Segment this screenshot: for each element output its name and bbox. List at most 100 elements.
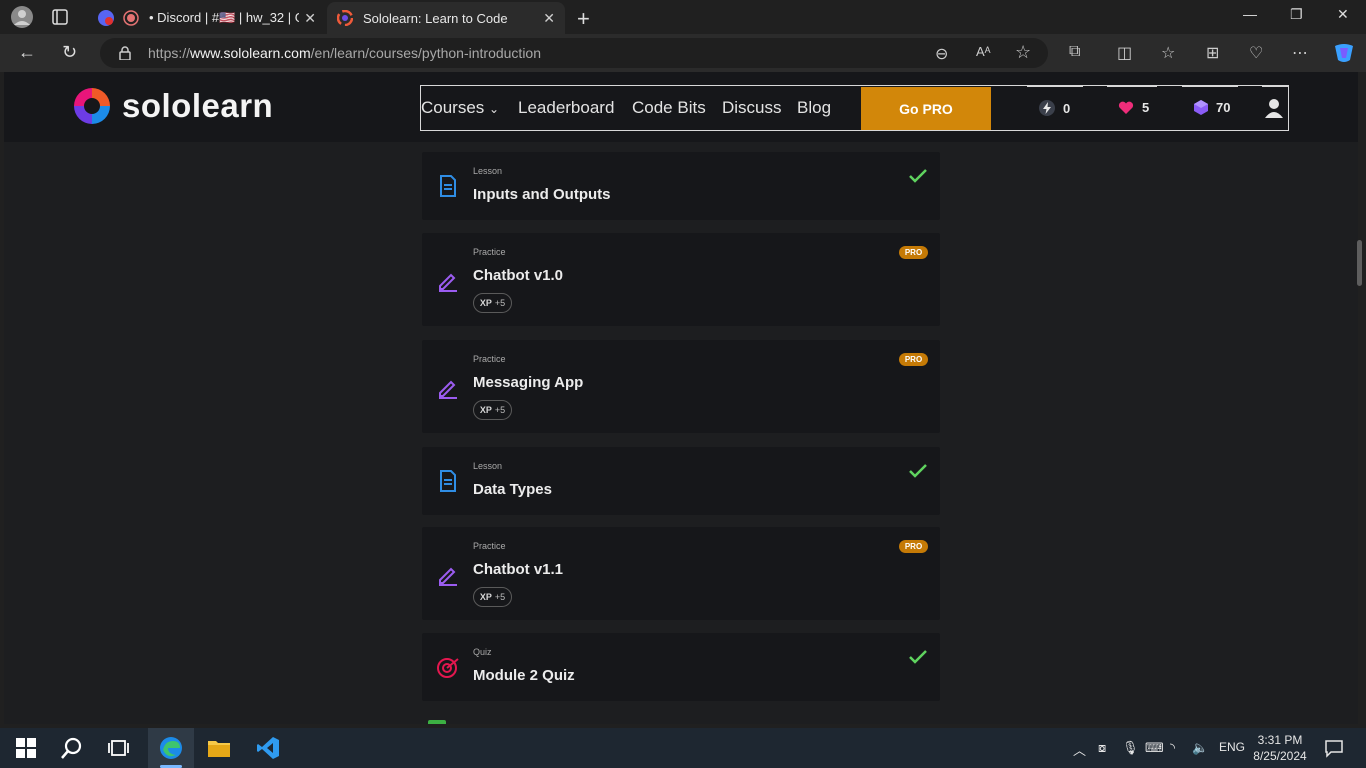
copilot-icon[interactable] bbox=[1332, 42, 1356, 64]
browser-tab-bar: • Discord | #🇺🇸 | hw_32 | Go ✕ Sololearn… bbox=[0, 0, 1366, 34]
gem-icon bbox=[1194, 100, 1208, 115]
lesson-card[interactable]: Lesson Inputs and Outputs bbox=[422, 152, 940, 220]
sololearn-logo[interactable]: sololearn bbox=[72, 86, 273, 126]
favorites-icon[interactable]: ☆ bbox=[1161, 43, 1175, 63]
checkmark-icon bbox=[909, 169, 927, 183]
edge-browser-icon[interactable] bbox=[159, 736, 183, 760]
practice-pencil-icon bbox=[439, 567, 457, 586]
pro-badge: PRO bbox=[899, 353, 928, 366]
windows-taskbar: ︿ ⧇ 🎙 ⌨ ◝ 🔈 ENG 3:31 PM 8/25/2024 bbox=[0, 728, 1366, 768]
tab-title: Sololearn: Learn to Code bbox=[363, 10, 508, 26]
heart-icon bbox=[1118, 101, 1134, 114]
chevron-down-icon: ⌄ bbox=[489, 102, 500, 116]
user-avatar-icon[interactable] bbox=[1264, 98, 1284, 118]
xp-badge: XP +5 bbox=[473, 400, 512, 420]
tab-actions-icon[interactable] bbox=[52, 9, 68, 25]
nav-courses[interactable]: Courses ⌄ bbox=[421, 98, 499, 118]
scrollbar-thumb[interactable] bbox=[1357, 240, 1362, 286]
quiz-target-icon bbox=[437, 658, 459, 678]
meet-now-icon[interactable]: ⧇ bbox=[1098, 740, 1106, 756]
windows-start-icon[interactable] bbox=[14, 736, 38, 760]
lesson-icon bbox=[440, 470, 456, 492]
close-tab-icon[interactable]: ✕ bbox=[304, 10, 316, 27]
practice-card[interactable]: Practice Chatbot v1.1 PRO XP +5 bbox=[422, 527, 940, 620]
favorite-star-icon[interactable]: ☆ bbox=[1015, 42, 1031, 63]
nav-leaderboard[interactable]: Leaderboard bbox=[518, 98, 614, 118]
item-title: Chatbot v1.0 bbox=[473, 267, 564, 284]
nav-discuss[interactable]: Discuss bbox=[722, 98, 782, 118]
sololearn-favicon-icon bbox=[337, 10, 353, 26]
checkmark-icon bbox=[909, 464, 927, 478]
divider bbox=[1182, 85, 1238, 87]
more-menu-icon[interactable]: ⋯ bbox=[1292, 43, 1308, 63]
volume-icon[interactable]: 🔈 bbox=[1192, 740, 1208, 756]
item-type: Practice bbox=[473, 541, 506, 551]
close-tab-icon[interactable]: ✕ bbox=[543, 10, 555, 27]
new-tab-icon[interactable]: + bbox=[577, 6, 590, 32]
next-module-icon bbox=[428, 720, 446, 724]
item-title: Messaging App bbox=[473, 374, 584, 391]
item-type: Lesson bbox=[473, 166, 503, 176]
read-aloud-icon[interactable]: Aᴬ bbox=[976, 44, 991, 59]
nav-blog[interactable]: Blog bbox=[797, 98, 831, 118]
sololearn-logo-icon bbox=[74, 88, 110, 124]
pro-badge: PRO bbox=[899, 246, 928, 259]
clock[interactable]: 3:31 PM 8/25/2024 bbox=[1250, 732, 1310, 764]
date: 8/25/2024 bbox=[1253, 749, 1307, 763]
back-icon[interactable]: ← bbox=[18, 42, 36, 63]
gems-count: 70 bbox=[1216, 100, 1231, 115]
refresh-icon[interactable]: ↻ bbox=[62, 42, 77, 63]
language-indicator[interactable]: ENG bbox=[1219, 740, 1245, 754]
lesson-card[interactable]: Lesson Data Types bbox=[422, 447, 940, 515]
divider bbox=[1262, 85, 1288, 87]
microphone-icon[interactable]: 🎙 bbox=[1122, 740, 1139, 756]
streak-count: 0 bbox=[1063, 100, 1071, 116]
xp-badge: XP +5 bbox=[473, 293, 512, 313]
search-icon[interactable] bbox=[60, 736, 84, 760]
item-title: Module 2 Quiz bbox=[473, 667, 575, 684]
restore-icon[interactable]: ❐ bbox=[1290, 6, 1303, 23]
url-field[interactable]: https://www.sololearn.com/en/learn/cours… bbox=[100, 38, 1048, 68]
hearts-counter[interactable]: 5 bbox=[1118, 100, 1149, 115]
logo-text: sololearn bbox=[122, 87, 274, 124]
split-screen-icon[interactable]: ◫ bbox=[1117, 43, 1132, 63]
item-type: Practice bbox=[473, 247, 506, 257]
nav-codebits[interactable]: Code Bits bbox=[632, 98, 706, 118]
tab-sololearn[interactable]: Sololearn: Learn to Code ✕ bbox=[327, 2, 565, 34]
file-explorer-icon[interactable] bbox=[207, 736, 231, 760]
pro-badge: PRO bbox=[899, 540, 928, 553]
lock-icon[interactable] bbox=[118, 46, 132, 60]
item-title: Inputs and Outputs bbox=[473, 186, 611, 203]
close-window-icon[interactable]: ✕ bbox=[1337, 6, 1349, 23]
item-type: Lesson bbox=[473, 461, 503, 471]
page-viewport: sololearn Courses ⌄ Leaderboard Code Bit… bbox=[4, 72, 1358, 724]
site-header: sololearn Courses ⌄ Leaderboard Code Bit… bbox=[4, 72, 1358, 142]
xp-badge: XP +5 bbox=[473, 587, 512, 607]
extensions-icon[interactable]: ⧉ bbox=[1069, 43, 1080, 61]
ime-icon[interactable]: ⌨ bbox=[1145, 740, 1164, 756]
time: 3:31 PM bbox=[1257, 733, 1303, 747]
discord-favicon-icon bbox=[98, 10, 114, 26]
show-hidden-icons-icon[interactable]: ︿ bbox=[1073, 740, 1086, 759]
tab-discord[interactable]: • Discord | #🇺🇸 | hw_32 | Go ✕ bbox=[88, 2, 326, 34]
vscode-icon[interactable] bbox=[256, 736, 280, 760]
checkmark-icon bbox=[909, 650, 927, 664]
main-nav: Courses ⌄ Leaderboard Code Bits Discuss … bbox=[420, 85, 1289, 131]
item-title: Chatbot v1.1 bbox=[473, 561, 564, 578]
zoom-icon[interactable]: ⊖ bbox=[935, 44, 948, 64]
minimize-icon[interactable]: — bbox=[1243, 6, 1257, 22]
lightning-icon bbox=[1039, 100, 1055, 116]
quiz-card[interactable]: Quiz Module 2 Quiz bbox=[422, 633, 940, 701]
practice-card[interactable]: Practice Chatbot v1.0 PRO XP +5 bbox=[422, 233, 940, 326]
notifications-icon[interactable] bbox=[1324, 738, 1344, 758]
streak-counter[interactable]: 0 bbox=[1039, 100, 1070, 116]
gems-counter[interactable]: 70 bbox=[1194, 100, 1230, 115]
browser-essentials-icon[interactable]: ♡ bbox=[1249, 43, 1263, 63]
go-pro-button[interactable]: Go PRO bbox=[861, 87, 991, 130]
practice-card[interactable]: Practice Messaging App PRO XP +5 bbox=[422, 340, 940, 433]
practice-pencil-icon bbox=[439, 273, 457, 292]
task-view-icon[interactable] bbox=[108, 736, 132, 760]
wifi-icon[interactable]: ◝ bbox=[1170, 740, 1175, 756]
profile-icon[interactable] bbox=[10, 5, 34, 29]
collections-icon[interactable]: ⊞ bbox=[1206, 43, 1219, 63]
